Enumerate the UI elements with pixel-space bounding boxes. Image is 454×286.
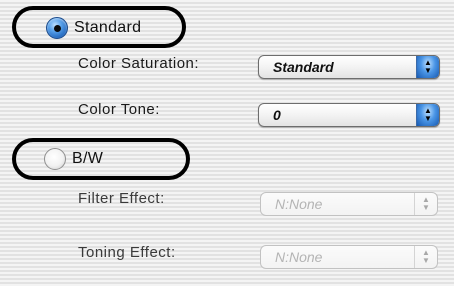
color-tone-label: Color Tone: <box>78 101 160 118</box>
toning-effect-popup[interactable]: N:None ▲ ▼ <box>260 245 438 269</box>
up-down-arrows-icon: ▲ ▼ <box>414 193 437 215</box>
color-saturation-label: Color Saturation: <box>78 55 200 72</box>
toning-effect-label: Toning Effect: <box>78 244 176 261</box>
toning-effect-value: N:None <box>275 249 323 265</box>
standard-radio-label: Standard <box>74 19 142 36</box>
radio-unselected-icon <box>44 148 66 170</box>
up-down-arrows-icon: ▲ ▼ <box>414 246 437 268</box>
filter-effect-popup[interactable]: N:None ▲ ▼ <box>260 192 438 216</box>
color-tone-popup[interactable]: 0 ▲ ▼ <box>258 103 440 127</box>
standard-radio[interactable]: Standard <box>46 17 141 39</box>
color-tone-value: 0 <box>273 107 281 123</box>
filter-effect-label: Filter Effect: <box>78 190 165 207</box>
radio-selected-icon <box>46 17 68 39</box>
color-saturation-popup[interactable]: Standard ▲ ▼ <box>258 55 440 79</box>
filter-effect-value: N:None <box>275 196 323 212</box>
color-saturation-value: Standard <box>273 59 334 75</box>
bw-radio-label: B/W <box>72 150 104 167</box>
up-down-arrows-icon: ▲ ▼ <box>416 104 439 126</box>
picture-style-panel: Standard Color Saturation: Standard ▲ ▼ C… <box>0 0 454 286</box>
bw-radio[interactable]: B/W <box>44 148 103 170</box>
up-down-arrows-icon: ▲ ▼ <box>416 56 439 78</box>
